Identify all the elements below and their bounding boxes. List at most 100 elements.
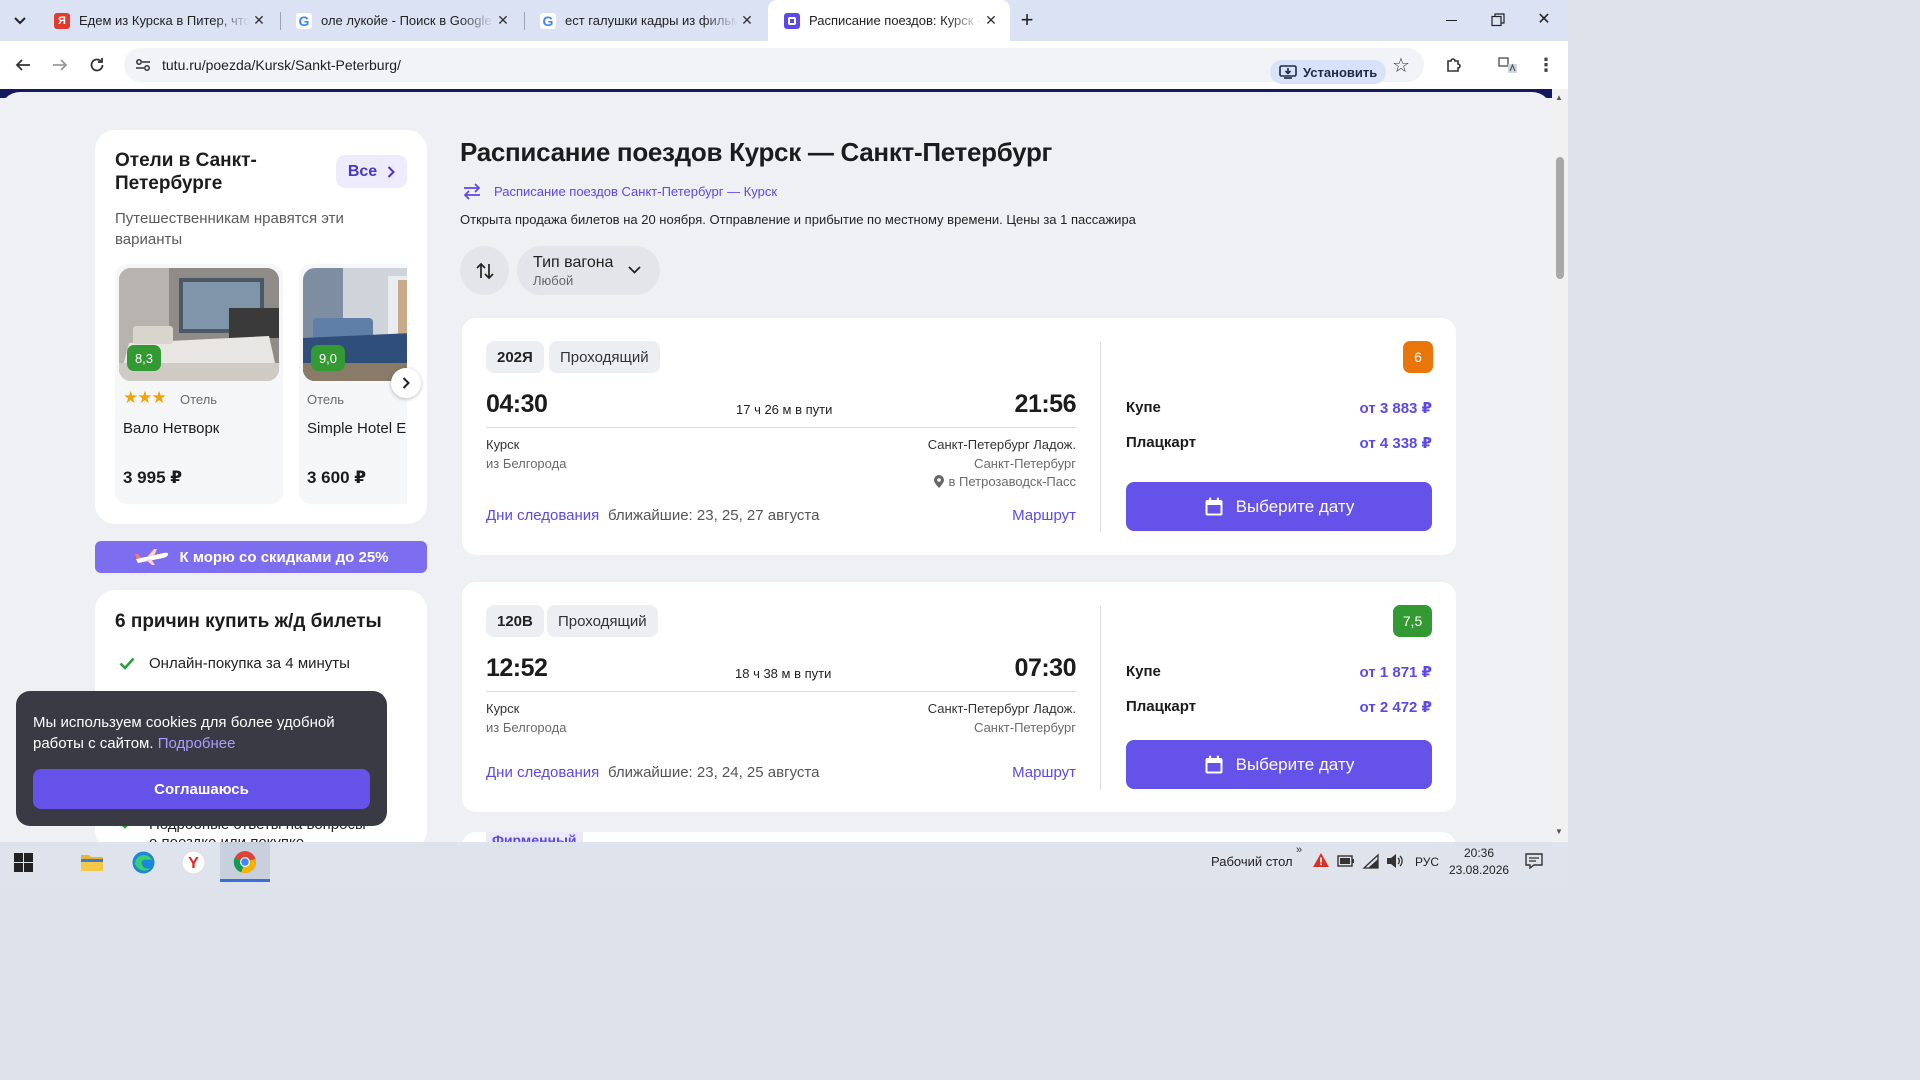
reload-button[interactable] xyxy=(83,51,111,79)
trip-duration: 18 ч 38 м в пути xyxy=(735,666,832,681)
cookie-accept-button[interactable]: Соглашаюсь xyxy=(33,769,370,809)
train-type: Проходящий xyxy=(549,341,660,373)
edge-button[interactable] xyxy=(131,850,156,880)
star-icon: ★ xyxy=(137,388,152,407)
arrival-time: 21:56 xyxy=(1014,390,1077,418)
class-name: Купе xyxy=(1126,399,1161,416)
swap-arrows-icon xyxy=(463,183,481,200)
svg-text:Y: Y xyxy=(188,855,199,872)
input-language[interactable]: РУС xyxy=(1415,855,1439,869)
install-app-button[interactable]: Установить xyxy=(1270,60,1387,84)
folder-icon xyxy=(81,855,103,871)
days-link[interactable]: Дни следования xyxy=(486,507,599,524)
promo-banner[interactable]: К морю со скидками до 25% xyxy=(95,541,427,573)
taskbar: Y Рабочий стол » РУС 20:36 23.08.2026 xyxy=(0,842,1568,882)
wifi-icon[interactable] xyxy=(1362,853,1380,874)
show-desktop-label[interactable]: Рабочий стол xyxy=(1211,854,1293,869)
browser-tab-active[interactable]: Расписание поездов: Курск — ✕ xyxy=(768,0,1010,41)
warning-icon[interactable] xyxy=(1312,852,1330,873)
arrival-station: Санкт-Петербург Ладож. xyxy=(927,701,1076,716)
profile-button[interactable] xyxy=(1494,51,1522,79)
notifications-icon[interactable] xyxy=(1525,853,1543,874)
hotel-price: 3 995 ₽ xyxy=(123,468,183,487)
browser-tab[interactable]: Я Едем из Курска в Питер, что с ✕ xyxy=(38,0,278,41)
browser-tab[interactable]: G ест галушки кадры из фильма ✕ xyxy=(524,0,766,41)
arrow-left-icon xyxy=(15,59,30,71)
reverse-route-link[interactable]: Расписание поездов Санкт-Петербург — Кур… xyxy=(462,183,777,200)
airplane-icon xyxy=(134,549,168,565)
class-price[interactable]: от 2 472 ₽ xyxy=(1360,698,1432,716)
cookie-banner: Мы используем cookies для более удобной … xyxy=(16,691,387,826)
hotels-title: Отели в Санкт- Петербурге xyxy=(115,150,257,194)
hotel-stars: ★★★ xyxy=(123,388,167,408)
close-tab-icon[interactable]: ✕ xyxy=(494,12,512,29)
calendar-icon xyxy=(1205,755,1223,773)
minimize-button[interactable] xyxy=(1442,10,1462,30)
hotels-card: Отели в Санкт- Петербурге Все Путешестве… xyxy=(95,130,427,524)
address-bar[interactable]: tutu.ru/poezda/Kursk/Sankt-Peterburg/ Ус… xyxy=(124,48,1424,84)
close-tab-icon[interactable]: ✕ xyxy=(982,12,1000,29)
chrome-button[interactable] xyxy=(220,842,270,882)
hotel-card[interactable]: 8,3 ★★★ Отель Вало Нетворк 3 995 ₽ xyxy=(115,264,283,504)
hotel-score: 9,0 xyxy=(311,345,345,371)
train-number: 120В xyxy=(486,605,544,637)
hotels-carousel: 8,3 ★★★ Отель Вало Нетворк 3 995 ₽ 9,0 О… xyxy=(115,264,407,504)
tutu-icon xyxy=(784,12,800,29)
page-title: Расписание поездов Курск — Санкт-Петербу… xyxy=(460,137,1053,167)
hotel-score: 8,3 xyxy=(127,345,161,371)
class-price[interactable]: от 4 338 ₽ xyxy=(1360,434,1432,452)
url-text: tutu.ru/poezda/Kursk/Sankt-Peterburg/ xyxy=(162,57,401,73)
train-origin: из Белгорода xyxy=(486,456,567,471)
file-explorer-button[interactable] xyxy=(80,852,104,877)
choose-date-button[interactable]: Выберите дату xyxy=(1126,482,1432,531)
hotels-all-button[interactable]: Все xyxy=(336,155,407,188)
train-card: 202Я Проходящий 04:30 17 ч 26 м в пути 2… xyxy=(462,318,1456,555)
close-window-button[interactable]: ✕ xyxy=(1534,9,1554,29)
restore-button[interactable] xyxy=(1488,10,1508,30)
arrival-station: Санкт-Петербург Ладож. xyxy=(927,437,1076,452)
chrome-icon xyxy=(233,851,256,874)
yandex-browser-icon: Y xyxy=(181,850,206,875)
close-tab-icon[interactable]: ✕ xyxy=(738,12,756,29)
edge-browser-icon xyxy=(132,851,155,874)
browser-toolbar: tutu.ru/poezda/Kursk/Sankt-Peterburg/ Ус… xyxy=(0,41,1568,89)
clock[interactable]: 20:36 23.08.2026 xyxy=(1449,845,1509,879)
reload-icon xyxy=(90,58,104,72)
train-type: Проходящий xyxy=(547,605,658,637)
cookie-more-link[interactable]: Подробнее xyxy=(158,735,236,752)
star-icon: ★ xyxy=(151,388,167,407)
bookmark-star-icon[interactable]: ☆ xyxy=(1392,53,1410,78)
battery-icon[interactable] xyxy=(1337,854,1355,873)
back-button[interactable] xyxy=(9,51,37,79)
yandex-browser-button[interactable]: Y xyxy=(181,850,206,880)
extensions-button[interactable] xyxy=(1440,51,1468,79)
menu-kebab-icon[interactable]: ⋮ xyxy=(1532,51,1560,79)
close-tab-icon[interactable]: ✕ xyxy=(250,12,268,29)
wagon-type-filter[interactable]: Тип вагона Любой xyxy=(517,246,660,295)
forward-button[interactable] xyxy=(46,51,74,79)
scrollbar-thumb[interactable] xyxy=(1556,157,1564,279)
site-settings-icon[interactable] xyxy=(135,57,151,73)
departure-station: Курск xyxy=(486,701,520,716)
choose-date-button[interactable]: Выберите дату xyxy=(1126,740,1432,789)
chevron-up-icon[interactable]: » xyxy=(1296,844,1302,856)
new-tab-button[interactable]: + xyxy=(1016,9,1038,31)
train-rating: 7,5 xyxy=(1393,605,1432,637)
start-button[interactable] xyxy=(14,853,33,877)
volume-icon[interactable] xyxy=(1386,853,1404,874)
route-link[interactable]: Маршрут xyxy=(1012,764,1076,781)
class-price[interactable]: от 1 871 ₽ xyxy=(1360,663,1432,681)
class-price[interactable]: от 3 883 ₽ xyxy=(1360,399,1432,417)
tab-search-button[interactable] xyxy=(9,10,31,32)
browser-tab[interactable]: G оле лукойе - Поиск в Google ✕ xyxy=(280,0,522,41)
hotel-type: Отель xyxy=(180,392,218,407)
train-card: 120В Проходящий 12:52 18 ч 38 м в пути 0… xyxy=(462,582,1456,812)
sort-button[interactable] xyxy=(460,246,509,295)
departure-station: Курск xyxy=(486,437,520,452)
next-days: ближайшие: 23, 24, 25 августа xyxy=(608,764,820,781)
carousel-next-button[interactable] xyxy=(391,368,421,398)
route-link[interactable]: Маршрут xyxy=(1012,507,1076,524)
days-link[interactable]: Дни следования xyxy=(486,764,599,781)
train-origin: из Белгорода xyxy=(486,720,567,735)
page-scrollbar[interactable]: ▲ ▼ xyxy=(1552,89,1568,842)
